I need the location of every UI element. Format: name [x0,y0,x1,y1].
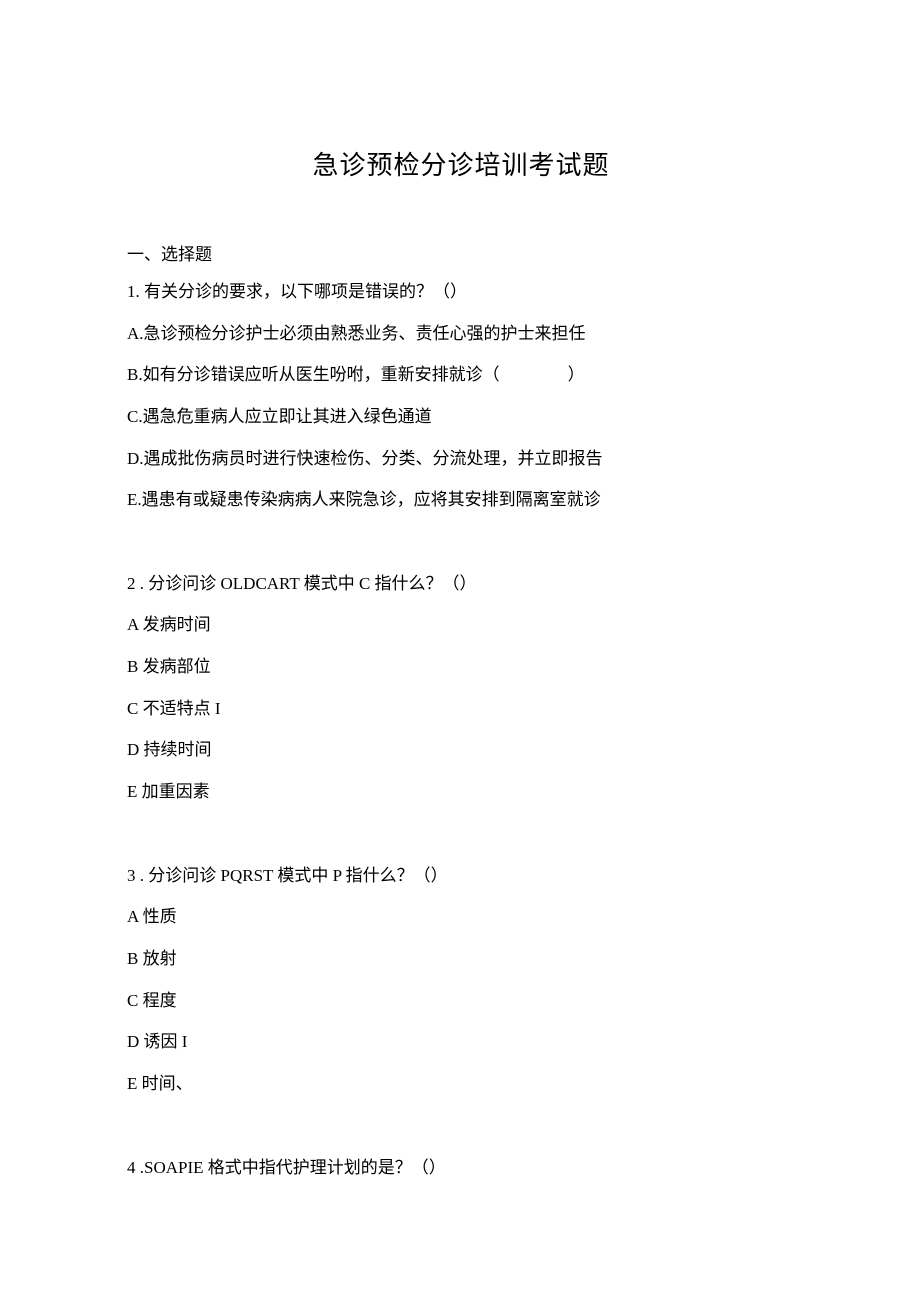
question-stem: 3 . 分诊问诊 PQRST 模式中 P 指什么？（） [127,855,795,897]
question-3: 3 . 分诊问诊 PQRST 模式中 P 指什么？（） A 性质 B 放射 C … [127,855,795,1105]
option-e: E.遇患有或疑患传染病病人来院急诊，应将其安排到隔离室就诊 [127,479,795,521]
question-1: 1. 有关分诊的要求，以下哪项是错误的？（） A.急诊预检分诊护士必须由熟悉业务… [127,271,795,521]
document-page: 急诊预检分诊培训考试题 一、选择题 1. 有关分诊的要求，以下哪项是错误的？（）… [0,0,920,1290]
option-c: C 不适特点 I [127,688,795,730]
option-c: C.遇急危重病人应立即让其进入绿色通道 [127,396,795,438]
option-b: B 发病部位 [127,646,795,688]
option-b: B 放射 [127,938,795,980]
question-stem: 2 . 分诊问诊 OLDCART 模式中 C 指什么？（） [127,563,795,605]
question-stem: 4 .SOAPIE 格式中指代护理计划的是？（） [127,1147,795,1189]
option-a: A 性质 [127,896,795,938]
option-e: E 加重因素 [127,771,795,813]
option-b: B.如有分诊错误应听从医生吩咐，重新安排就诊（ ） [127,354,795,396]
option-d: D 持续时间 [127,729,795,771]
option-a: A.急诊预检分诊护士必须由熟悉业务、责任心强的护士来担任 [127,313,795,355]
option-c: C 程度 [127,980,795,1022]
question-2: 2 . 分诊问诊 OLDCART 模式中 C 指什么？（） A 发病时间 B 发… [127,563,795,813]
option-a: A 发病时间 [127,604,795,646]
option-d: D 诱因 I [127,1021,795,1063]
option-e: E 时间、 [127,1063,795,1105]
document-title: 急诊预检分诊培训考试题 [127,145,795,182]
section-header: 一、选择题 [127,240,795,265]
question-4: 4 .SOAPIE 格式中指代护理计划的是？（） [127,1147,795,1189]
option-d: D.遇成批伤病员时进行快速检伤、分类、分流处理，并立即报告 [127,438,795,480]
question-stem: 1. 有关分诊的要求，以下哪项是错误的？（） [127,271,795,313]
